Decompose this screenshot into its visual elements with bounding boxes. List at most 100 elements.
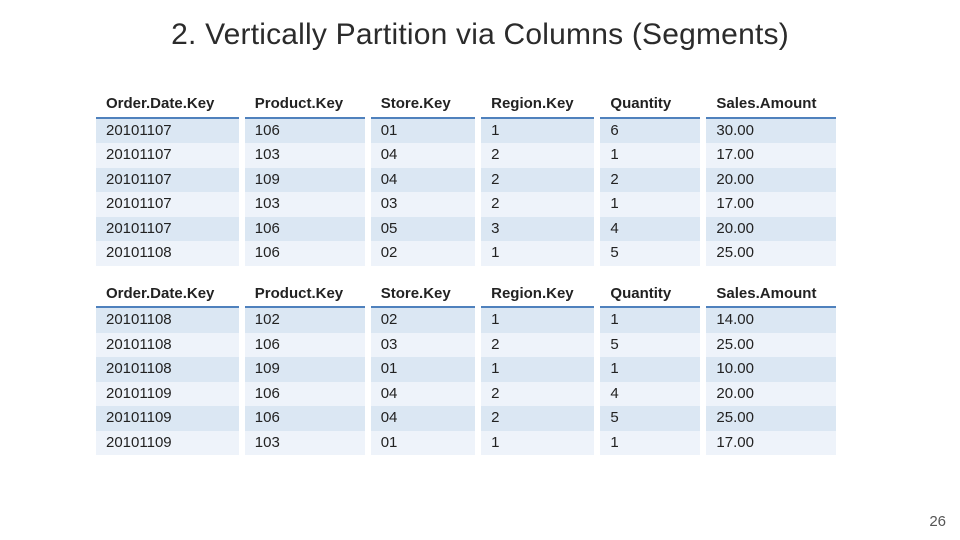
slide: 2. Vertically Partition via Columns (Seg… <box>0 0 960 540</box>
cell-region-key: 3 <box>478 217 597 242</box>
col-header-sales-amount: Sales.Amount <box>703 90 836 118</box>
cell-store-key: 03 <box>368 333 478 358</box>
tables-container: Order.Date.Key Product.Key Store.Key Reg… <box>96 90 836 455</box>
cell-store-key: 02 <box>368 241 478 266</box>
cell-product-key: 106 <box>242 382 368 407</box>
col-header-quantity: Quantity <box>597 280 703 308</box>
col-header-sales-amount: Sales.Amount <box>703 280 836 308</box>
cell-order-date-key: 20101109 <box>96 406 242 431</box>
cell-quantity: 6 <box>597 118 703 144</box>
col-header-store-key: Store.Key <box>368 280 478 308</box>
table-row: 20101107 106 01 1 6 30.00 <box>96 118 836 144</box>
cell-product-key: 103 <box>242 192 368 217</box>
cell-store-key: 04 <box>368 143 478 168</box>
cell-quantity: 1 <box>597 357 703 382</box>
cell-product-key: 103 <box>242 431 368 456</box>
cell-product-key: 106 <box>242 333 368 358</box>
cell-order-date-key: 20101107 <box>96 192 242 217</box>
cell-sales-amount: 20.00 <box>703 168 836 193</box>
cell-sales-amount: 25.00 <box>703 333 836 358</box>
cell-sales-amount: 25.00 <box>703 406 836 431</box>
cell-order-date-key: 20101107 <box>96 143 242 168</box>
cell-quantity: 5 <box>597 241 703 266</box>
cell-store-key: 01 <box>368 118 478 144</box>
cell-quantity: 4 <box>597 382 703 407</box>
cell-quantity: 1 <box>597 143 703 168</box>
cell-product-key: 106 <box>242 406 368 431</box>
cell-region-key: 1 <box>478 431 597 456</box>
slide-number: 26 <box>929 513 946 530</box>
col-header-quantity: Quantity <box>597 90 703 118</box>
col-header-store-key: Store.Key <box>368 90 478 118</box>
cell-sales-amount: 17.00 <box>703 431 836 456</box>
cell-region-key: 1 <box>478 307 597 333</box>
segment-table-1: Order.Date.Key Product.Key Store.Key Reg… <box>96 90 836 266</box>
segment-table-2: Order.Date.Key Product.Key Store.Key Reg… <box>96 280 836 456</box>
cell-product-key: 102 <box>242 307 368 333</box>
cell-product-key: 109 <box>242 357 368 382</box>
cell-sales-amount: 20.00 <box>703 217 836 242</box>
cell-region-key: 2 <box>478 333 597 358</box>
cell-product-key: 106 <box>242 118 368 144</box>
table-row: 20101108 106 03 2 5 25.00 <box>96 333 836 358</box>
col-header-order-date-key: Order.Date.Key <box>96 280 242 308</box>
cell-order-date-key: 20101108 <box>96 357 242 382</box>
cell-region-key: 1 <box>478 241 597 266</box>
table-row: 20101108 106 02 1 5 25.00 <box>96 241 836 266</box>
cell-quantity: 2 <box>597 168 703 193</box>
cell-quantity: 1 <box>597 192 703 217</box>
col-header-region-key: Region.Key <box>478 90 597 118</box>
cell-order-date-key: 20101109 <box>96 382 242 407</box>
table-row: 20101109 106 04 2 4 20.00 <box>96 382 836 407</box>
cell-region-key: 2 <box>478 192 597 217</box>
table-row: 20101109 106 04 2 5 25.00 <box>96 406 836 431</box>
cell-quantity: 5 <box>597 333 703 358</box>
cell-sales-amount: 17.00 <box>703 143 836 168</box>
cell-sales-amount: 20.00 <box>703 382 836 407</box>
cell-region-key: 1 <box>478 357 597 382</box>
cell-order-date-key: 20101108 <box>96 333 242 358</box>
cell-order-date-key: 20101107 <box>96 168 242 193</box>
table-header-row: Order.Date.Key Product.Key Store.Key Reg… <box>96 280 836 308</box>
cell-order-date-key: 20101107 <box>96 217 242 242</box>
cell-quantity: 4 <box>597 217 703 242</box>
cell-store-key: 02 <box>368 307 478 333</box>
cell-product-key: 109 <box>242 168 368 193</box>
cell-product-key: 106 <box>242 241 368 266</box>
cell-store-key: 01 <box>368 431 478 456</box>
col-header-product-key: Product.Key <box>242 280 368 308</box>
cell-order-date-key: 20101108 <box>96 241 242 266</box>
cell-region-key: 2 <box>478 168 597 193</box>
cell-store-key: 04 <box>368 406 478 431</box>
table-row: 20101107 103 03 2 1 17.00 <box>96 192 836 217</box>
cell-sales-amount: 17.00 <box>703 192 836 217</box>
cell-sales-amount: 10.00 <box>703 357 836 382</box>
cell-store-key: 05 <box>368 217 478 242</box>
cell-region-key: 2 <box>478 143 597 168</box>
table-row: 20101108 109 01 1 1 10.00 <box>96 357 836 382</box>
cell-store-key: 04 <box>368 168 478 193</box>
cell-sales-amount: 14.00 <box>703 307 836 333</box>
cell-order-date-key: 20101109 <box>96 431 242 456</box>
cell-store-key: 04 <box>368 382 478 407</box>
cell-store-key: 03 <box>368 192 478 217</box>
col-header-order-date-key: Order.Date.Key <box>96 90 242 118</box>
cell-store-key: 01 <box>368 357 478 382</box>
col-header-region-key: Region.Key <box>478 280 597 308</box>
table-row: 20101107 103 04 2 1 17.00 <box>96 143 836 168</box>
slide-title: 2. Vertically Partition via Columns (Seg… <box>0 18 960 52</box>
table-row: 20101108 102 02 1 1 14.00 <box>96 307 836 333</box>
cell-region-key: 2 <box>478 382 597 407</box>
cell-product-key: 106 <box>242 217 368 242</box>
col-header-product-key: Product.Key <box>242 90 368 118</box>
cell-product-key: 103 <box>242 143 368 168</box>
cell-quantity: 1 <box>597 431 703 456</box>
cell-order-date-key: 20101107 <box>96 118 242 144</box>
cell-sales-amount: 30.00 <box>703 118 836 144</box>
cell-sales-amount: 25.00 <box>703 241 836 266</box>
cell-quantity: 1 <box>597 307 703 333</box>
cell-region-key: 1 <box>478 118 597 144</box>
table-header-row: Order.Date.Key Product.Key Store.Key Reg… <box>96 90 836 118</box>
cell-quantity: 5 <box>597 406 703 431</box>
table-row: 20101109 103 01 1 1 17.00 <box>96 431 836 456</box>
